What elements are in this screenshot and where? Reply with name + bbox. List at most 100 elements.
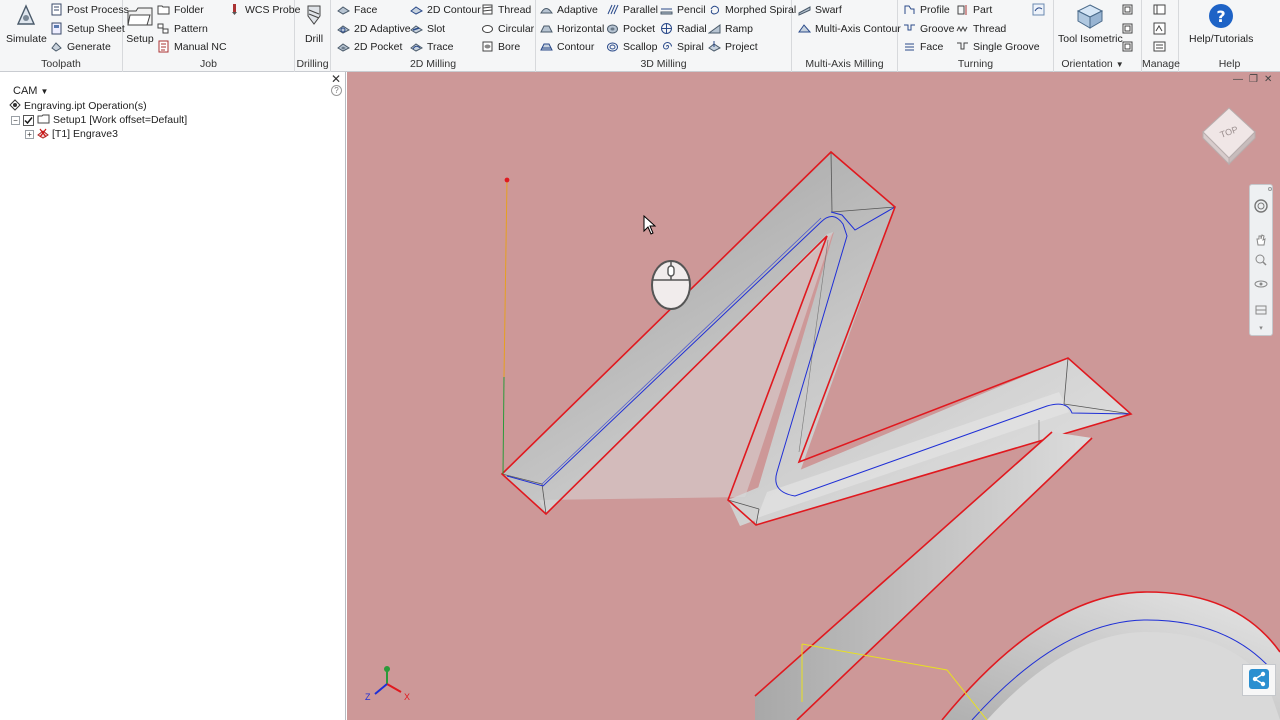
pocket-2d-button[interactable]: 2D Pocket <box>337 38 402 55</box>
morphed-spiral-button[interactable]: Morphed Spiral <box>708 1 796 18</box>
face-icon <box>337 3 350 16</box>
orbit-icon[interactable] <box>1254 277 1268 291</box>
help-tutorials-button[interactable]: ? Help/Tutorials <box>1189 2 1253 45</box>
wcs-probe-icon <box>228 3 241 16</box>
orientation-view-2[interactable] <box>1121 20 1134 37</box>
milling-2d-group: Face 2D Adaptive 2D Pocket 2D Contour Sl… <box>331 0 536 72</box>
spiral-button[interactable]: Spiral <box>660 38 704 55</box>
setup-collapse-expander[interactable]: − <box>11 115 20 125</box>
help-question-icon: ? <box>1206 2 1236 30</box>
contour-button[interactable]: Contour <box>540 38 594 55</box>
horizontal-button[interactable]: Horizontal <box>540 20 604 37</box>
simulate-button[interactable]: Simulate <box>6 2 47 45</box>
multi-axis-contour-icon <box>798 22 811 35</box>
share-button[interactable] <box>1242 664 1276 696</box>
graphics-viewport[interactable]: — ❐ ✕ TOP ▾ X Z <box>347 72 1280 720</box>
pan-hand-icon[interactable] <box>1254 233 1268 247</box>
trace-icon <box>410 40 423 53</box>
circular-button[interactable]: Circular <box>481 20 534 37</box>
pocket-icon <box>606 22 619 35</box>
panel-help-button[interactable]: ? <box>331 85 342 96</box>
radial-button[interactable]: Radial <box>660 20 707 37</box>
parallel-button[interactable]: Parallel <box>606 1 658 18</box>
pencil-button[interactable]: Pencil <box>660 1 706 18</box>
turning-thread-button[interactable]: Thread <box>956 20 1006 37</box>
toolpath-group-label: Toolpath <box>41 58 81 70</box>
simulate-icon <box>11 2 41 30</box>
view-cube[interactable]: TOP <box>1197 102 1261 169</box>
x-axis-label: X <box>404 692 410 702</box>
adaptive-2d-button[interactable]: 2D Adaptive <box>337 20 411 37</box>
orientation-group-label[interactable]: Orientation ▼ <box>1054 58 1141 70</box>
setup-sheet-button[interactable]: Setup Sheet <box>50 20 125 37</box>
part-button[interactable]: Part <box>956 1 992 18</box>
groove-button[interactable]: Groove <box>903 20 954 37</box>
turning-extra-button[interactable] <box>1032 1 1045 18</box>
manage-templates[interactable] <box>1153 20 1166 37</box>
folder-button[interactable]: Folder <box>157 1 204 18</box>
setup-button[interactable]: Setup <box>125 2 155 45</box>
manage-tool-library[interactable] <box>1153 1 1166 18</box>
contour-2d-button[interactable]: 2D Contour <box>410 1 481 18</box>
scallop-button[interactable]: Scallop <box>606 38 657 55</box>
slot-button[interactable]: Slot <box>410 20 445 37</box>
tool-library-icon <box>1153 3 1166 16</box>
drilling-group-label: Drilling <box>296 58 329 70</box>
pocket-button[interactable]: Pocket <box>606 20 655 37</box>
steering-wheel-icon[interactable] <box>1254 199 1268 213</box>
engraving-model[interactable] <box>347 72 1280 720</box>
tree-root[interactable]: Engraving.ipt Operation(s) <box>9 98 147 113</box>
drilling-group: Drill Drilling <box>295 0 331 72</box>
face-2d-button[interactable]: Face <box>337 1 377 18</box>
drill-button[interactable]: Drill <box>299 2 329 45</box>
setup-visibility-checkbox[interactable] <box>23 114 34 126</box>
zoom-icon[interactable] <box>1254 253 1268 267</box>
operation-expand-expander[interactable]: + <box>25 129 34 139</box>
horizontal-icon <box>540 22 553 35</box>
job-group-label: Job <box>200 58 217 70</box>
drill-icon <box>299 2 329 30</box>
isometric-cube-icon <box>1075 2 1105 30</box>
nav-bar-close-icon[interactable] <box>1268 187 1272 191</box>
milling-3d-group: Adaptive Horizontal Contour Parallel Poc… <box>536 0 796 72</box>
single-groove-icon <box>956 40 969 53</box>
bore-button[interactable]: Bore <box>481 38 520 55</box>
engrave-operation-icon <box>37 127 49 142</box>
morphed-spiral-icon <box>708 3 721 16</box>
ramp-button[interactable]: Ramp <box>708 20 753 37</box>
profile-button[interactable]: Profile <box>903 1 950 18</box>
scallop-icon <box>606 40 619 53</box>
manual-nc-button[interactable]: Manual NC <box>157 38 227 55</box>
pattern-button[interactable]: Pattern <box>157 20 208 37</box>
generate-button[interactable]: Generate <box>50 38 111 55</box>
post-process-button[interactable]: Post Process <box>50 1 129 18</box>
axis-triad: X Z <box>365 666 410 702</box>
project-button[interactable]: Project <box>708 38 758 55</box>
tool-isometric-button[interactable]: Tool Isometric <box>1058 2 1123 45</box>
thread-icon <box>481 3 494 16</box>
tree-setup[interactable]: − Setup1 [Work offset=Default] <box>11 113 187 127</box>
share-icon <box>1248 668 1270 693</box>
tree-operation[interactable]: + [T1] Engrave3 <box>25 127 118 141</box>
cam-browser-panel: ✕ ? CAM ▼ Engraving.ipt Operation(s) − S… <box>0 72 346 720</box>
multi-axis-contour-button[interactable]: Multi-Axis Contour <box>798 20 901 37</box>
svg-text:?: ? <box>1217 7 1226 26</box>
cam-dropdown[interactable]: CAM ▼ <box>13 85 48 97</box>
nav-bar-options-icon[interactable]: ▾ <box>1254 321 1268 335</box>
contour-icon <box>540 40 553 53</box>
panel-close-button[interactable]: ✕ <box>331 72 341 86</box>
trace-button[interactable]: Trace <box>410 38 453 55</box>
thread-2d-button[interactable]: Thread <box>481 1 531 18</box>
generate-icon <box>50 40 63 53</box>
adaptive-button[interactable]: Adaptive <box>540 1 598 18</box>
swarf-button[interactable]: Swarf <box>798 1 842 18</box>
orientation-view-3[interactable] <box>1121 38 1134 55</box>
manage-post-library[interactable] <box>1153 38 1166 55</box>
orientation-view-1[interactable] <box>1121 1 1134 18</box>
wcs-probe-button[interactable]: WCS Probe <box>228 1 300 18</box>
milling-2d-group-label: 2D Milling <box>409 58 457 70</box>
look-at-icon[interactable] <box>1254 303 1268 317</box>
turning-face-button[interactable]: Face <box>903 38 943 55</box>
pattern-icon <box>157 22 170 35</box>
single-groove-button[interactable]: Single Groove <box>956 38 1040 55</box>
